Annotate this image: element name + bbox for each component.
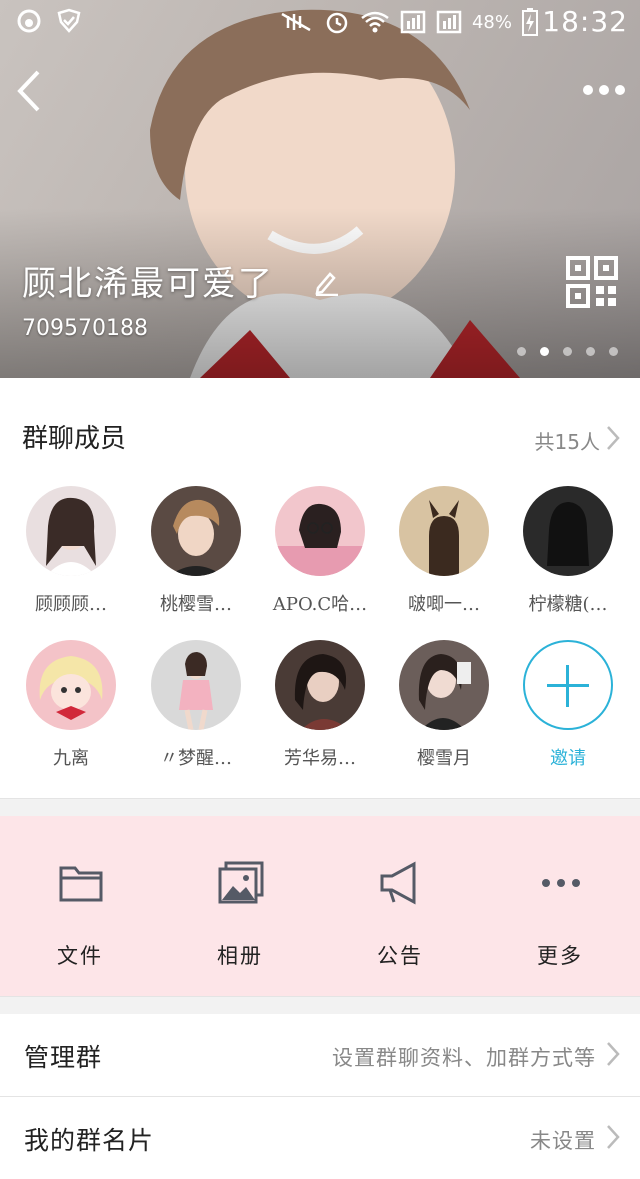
member-avatar[interactable] — [523, 486, 613, 576]
member-item[interactable]: 〃梦醒… — [134, 640, 258, 770]
member-avatar[interactable] — [26, 486, 116, 576]
app-notify-icon — [17, 9, 41, 33]
member-name: 顾顾顾… — [35, 594, 107, 615]
member-item[interactable]: 啵唧一… — [382, 486, 506, 616]
divider — [0, 996, 640, 997]
sim1-signal-icon — [400, 10, 426, 34]
banner-page-indicator — [517, 347, 618, 356]
battery-charging-icon — [522, 8, 538, 36]
member-name: APO.C哈… — [272, 594, 368, 615]
folder-icon — [59, 866, 103, 902]
member-item[interactable]: 顾顾顾… — [9, 486, 133, 616]
member-name: 柠檬糖(… — [528, 594, 608, 615]
more-dots-icon — [542, 879, 580, 887]
member-avatar[interactable] — [399, 640, 489, 730]
chevron-right-icon[interactable] — [606, 425, 620, 451]
member-item[interactable]: 樱雪月 — [382, 640, 506, 770]
tool-more-label: 更多 — [537, 944, 583, 968]
back-button[interactable] — [14, 68, 44, 114]
wifi-icon — [361, 11, 389, 33]
sim2-signal-icon — [436, 10, 462, 34]
member-item[interactable]: APO.C哈… — [258, 486, 382, 616]
tool-album-label: 相册 — [217, 944, 263, 968]
page-dot-active — [540, 347, 549, 356]
member-name: 芳华易… — [284, 748, 356, 769]
member-name: 九离 — [53, 748, 89, 769]
announcement-icon — [380, 861, 416, 905]
page-dot — [517, 347, 526, 356]
member-avatar[interactable] — [275, 640, 365, 730]
chevron-right-icon — [607, 1042, 620, 1066]
invite-label: 邀请 — [550, 748, 586, 769]
member-avatar[interactable] — [151, 640, 241, 730]
member-name: 桃樱雪… — [160, 594, 232, 615]
member-avatar[interactable] — [275, 486, 365, 576]
group-id: 709570188 — [22, 316, 148, 341]
member-item[interactable]: 芳华易… — [258, 640, 382, 770]
page-dot — [586, 347, 595, 356]
member-avatar[interactable] — [399, 486, 489, 576]
chevron-right-icon — [607, 1125, 620, 1149]
member-avatar[interactable] — [151, 486, 241, 576]
album-icon — [218, 861, 264, 904]
member-item[interactable]: 九离 — [9, 640, 133, 770]
alarm-icon — [326, 12, 348, 34]
member-name: 〃梦醒… — [160, 748, 232, 769]
group-name: 顾北浠最可爱了 — [22, 264, 274, 304]
my-group-card-label: 我的群名片 — [24, 1126, 155, 1155]
group-banner: 48% 18:32 顾北浠最可爱了 709570188 — [0, 0, 640, 378]
my-group-card-row[interactable]: 我的群名片 未设置 — [0, 1097, 640, 1179]
member-name: 樱雪月 — [417, 748, 471, 769]
member-avatar[interactable] — [26, 640, 116, 730]
mute-vibrate-icon — [281, 12, 311, 32]
members-section: 群聊成员 共15人 顾顾顾… 桃樱雪… APO.C哈… 啵唧一… 柠檬糖(… 九… — [0, 378, 640, 798]
status-bar: 48% 18:32 — [0, 0, 640, 46]
add-member-icon[interactable] — [523, 640, 613, 730]
clock: 18:32 — [542, 5, 628, 38]
page-dot — [609, 347, 618, 356]
battery-percent: 48% — [471, 11, 512, 33]
qr-code-button[interactable] — [566, 256, 618, 308]
edit-name-button[interactable] — [312, 268, 340, 296]
members-count[interactable]: 共15人 — [535, 426, 600, 455]
invite-button[interactable]: 邀请 — [506, 640, 630, 770]
member-item[interactable]: 柠檬糖(… — [506, 486, 630, 616]
my-group-card-value: 未设置 — [530, 1129, 596, 1153]
manage-group-row[interactable]: 管理群 设置群聊资料、加群方式等 — [0, 1014, 640, 1096]
manage-group-label: 管理群 — [24, 1043, 103, 1072]
tool-announcement-label: 公告 — [377, 944, 423, 968]
manage-group-value: 设置群聊资料、加群方式等 — [332, 1046, 596, 1070]
members-title: 群聊成员 — [22, 424, 127, 454]
more-options-button[interactable] — [582, 80, 626, 100]
member-name: 啵唧一… — [408, 594, 480, 615]
tool-files-label: 文件 — [57, 944, 103, 968]
member-item[interactable]: 桃樱雪… — [134, 486, 258, 616]
shield-icon — [57, 8, 81, 33]
page-dot — [563, 347, 572, 356]
divider — [0, 798, 640, 799]
